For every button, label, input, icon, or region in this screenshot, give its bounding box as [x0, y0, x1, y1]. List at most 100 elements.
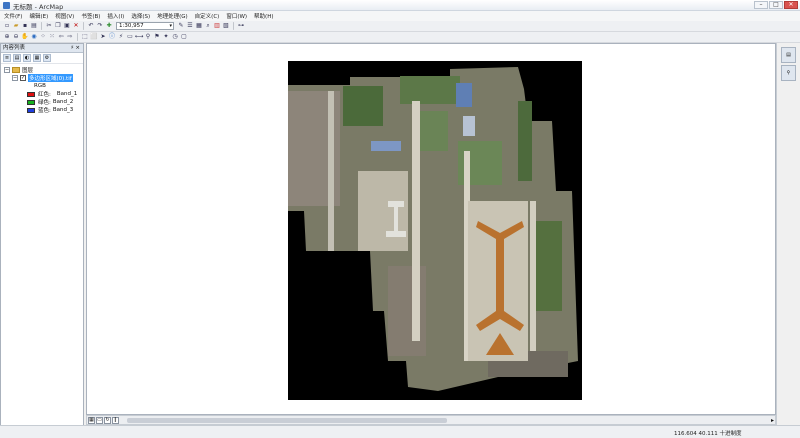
zoom-out-icon[interactable]: ⊖	[12, 33, 20, 41]
close-button[interactable]: ✕	[784, 1, 798, 9]
new-document-icon[interactable]: ▫	[3, 22, 11, 30]
renderer-label-row: RGB	[34, 82, 46, 90]
map-scrollbar[interactable]: ▦ ▭ ↻ ∥ ▸	[86, 415, 776, 425]
collapse-icon[interactable]: −	[12, 75, 18, 81]
menu-file[interactable]: 文件(F)	[4, 12, 22, 20]
toc-options-icon[interactable]: ⚙	[43, 54, 51, 62]
save-icon[interactable]: ▪	[21, 22, 29, 30]
layers-group-row[interactable]: − 图层	[4, 66, 33, 74]
search-window-icon[interactable]: ⌕	[204, 22, 212, 30]
menu-bookmarks[interactable]: 书签(B)	[81, 12, 100, 20]
table-of-contents-icon[interactable]: ☰	[186, 22, 194, 30]
toc-toolbar: ≡ ▤ ◐ ▦ ⚙	[1, 53, 83, 64]
copy-icon[interactable]: ❐	[54, 22, 62, 30]
layers-folder-icon	[12, 67, 20, 73]
menu-customize[interactable]: 自定义(C)	[195, 12, 220, 20]
catalog-icon[interactable]: ▦	[195, 22, 203, 30]
list-by-selection-icon[interactable]: ▦	[33, 54, 41, 62]
redo-icon[interactable]: ↷	[96, 22, 104, 30]
catalog-tab[interactable]: ▤	[781, 47, 796, 63]
python-window-icon[interactable]: ▧	[222, 22, 230, 30]
band-blue-row: 蓝色: Band_3	[27, 106, 73, 114]
band-blue-name: Band_3	[52, 107, 74, 113]
menu-help[interactable]: 帮助(H)	[254, 12, 273, 20]
list-by-visibility-icon[interactable]: ◐	[23, 54, 31, 62]
cut-icon[interactable]: ✂	[45, 22, 53, 30]
title-bar: 无标题 - ArcMap – □ ✕	[0, 0, 800, 11]
find-route-icon[interactable]: ⚑	[153, 33, 161, 41]
green-band-swatch[interactable]	[27, 99, 35, 105]
time-slider-icon[interactable]: ◷	[171, 33, 179, 41]
select-features-icon[interactable]: ⬚	[81, 33, 89, 41]
create-viewer-window-icon[interactable]: ▢	[180, 33, 188, 41]
back-extent-icon[interactable]: ⇦	[57, 33, 65, 41]
band-red-name: Band_1	[56, 91, 78, 97]
airport-imagery	[288, 67, 578, 391]
zoom-in-icon[interactable]: ⊕	[3, 33, 11, 41]
list-by-drawing-order-icon[interactable]: ≡	[3, 54, 11, 62]
band-green-name: Band_2	[52, 99, 74, 105]
full-extent-icon[interactable]: ◉	[30, 33, 38, 41]
map-display[interactable]	[86, 43, 776, 415]
table-of-contents-panel: 内容列表 ♯ × ≡ ▤ ◐ ▦ ⚙ − 图层 − ✓ 多边形区域(0).tif…	[0, 43, 84, 427]
select-elements-arrow-icon[interactable]: ➤	[99, 33, 107, 41]
band-red-row: 红色: Band_1	[27, 90, 77, 98]
undo-icon[interactable]: ↶	[87, 22, 95, 30]
raster-layer-name[interactable]: 多边形区域(0).tif	[28, 74, 73, 82]
right-dock: ▤ ⚲	[776, 43, 800, 427]
hyperlink-icon[interactable]: ⚡	[117, 33, 125, 41]
list-by-source-icon[interactable]: ▤	[13, 54, 21, 62]
menu-view[interactable]: 视图(V)	[55, 12, 74, 20]
fixed-zoom-out-icon[interactable]: ⁙	[48, 33, 56, 41]
band-green-row: 绿色: Band_2	[27, 98, 73, 106]
layers-group-label: 图层	[22, 68, 34, 74]
forward-extent-icon[interactable]: ⇨	[66, 33, 74, 41]
fixed-zoom-in-icon[interactable]: ⁘	[39, 33, 47, 41]
refresh-view-button[interactable]: ↻	[104, 417, 111, 424]
pin-close-icon[interactable]: ♯ ×	[71, 44, 80, 53]
menu-geoprocessing[interactable]: 地理处理(G)	[157, 12, 188, 20]
scroll-right-arrow-icon[interactable]: ▸	[771, 417, 774, 424]
minimize-button[interactable]: –	[754, 1, 768, 9]
data-view-button[interactable]: ▦	[88, 417, 95, 424]
editor-toolbar-icon[interactable]: ✎	[177, 22, 185, 30]
satellite-raster-image	[288, 61, 582, 400]
identify-icon[interactable]: ⓘ	[108, 33, 116, 41]
standard-toolbar: ▫ ▰ ▪ ▤ ✂ ❐ ▣ ✕ ↶ ↷ ✚ 1:30,957 ▾ ✎ ☰ ▦ ⌕…	[0, 21, 800, 32]
collapse-icon[interactable]: −	[4, 67, 10, 73]
cursor-coordinates: 116.604 40.111 十进制度	[674, 431, 742, 437]
band-red-label: 红色:	[38, 92, 51, 98]
print-icon[interactable]: ▤	[30, 22, 38, 30]
maximize-button[interactable]: □	[769, 1, 783, 9]
paste-icon[interactable]: ▣	[63, 22, 71, 30]
measure-icon[interactable]: ⟷	[135, 33, 144, 41]
html-popup-icon[interactable]: ▭	[126, 33, 134, 41]
arctoolbox-icon[interactable]: ▥	[213, 22, 221, 30]
go-to-xy-icon[interactable]: ✦	[162, 33, 170, 41]
layer-visibility-checkbox[interactable]: ✓	[20, 75, 26, 81]
add-data-icon[interactable]: ✚	[105, 22, 113, 30]
open-folder-icon[interactable]: ▰	[12, 22, 20, 30]
find-binoculars-icon[interactable]: ⚲	[144, 33, 152, 41]
blue-band-swatch[interactable]	[27, 107, 35, 113]
menu-windows[interactable]: 窗口(W)	[226, 12, 247, 20]
scrollbar-thumb[interactable]	[127, 418, 447, 423]
menu-edit[interactable]: 编辑(E)	[29, 12, 48, 20]
clear-selection-icon[interactable]: ⬜	[90, 33, 98, 41]
menu-selection[interactable]: 选择(S)	[131, 12, 150, 20]
toc-header: 内容列表 ♯ ×	[1, 44, 83, 53]
model-builder-icon[interactable]: ⊶	[237, 22, 245, 30]
pause-drawing-button[interactable]: ∥	[112, 417, 119, 424]
delete-icon[interactable]: ✕	[72, 22, 80, 30]
search-tab[interactable]: ⚲	[781, 65, 796, 81]
layout-view-button[interactable]: ▭	[96, 417, 103, 424]
map-scale-dropdown[interactable]: 1:30,957 ▾	[116, 22, 174, 30]
toolbar-separator	[41, 22, 42, 30]
raster-layer-row[interactable]: − ✓ 多边形区域(0).tif	[12, 74, 73, 82]
menu-bar: 文件(F) 编辑(E) 视图(V) 书签(B) 插入(I) 选择(S) 地理处理…	[0, 11, 800, 21]
menu-insert[interactable]: 插入(I)	[107, 12, 124, 20]
red-band-swatch[interactable]	[27, 91, 35, 97]
map-scale-value: 1:30,957	[119, 23, 144, 29]
pan-hand-icon[interactable]: ✋	[21, 33, 29, 41]
band-blue-label: 蓝色:	[38, 108, 51, 114]
